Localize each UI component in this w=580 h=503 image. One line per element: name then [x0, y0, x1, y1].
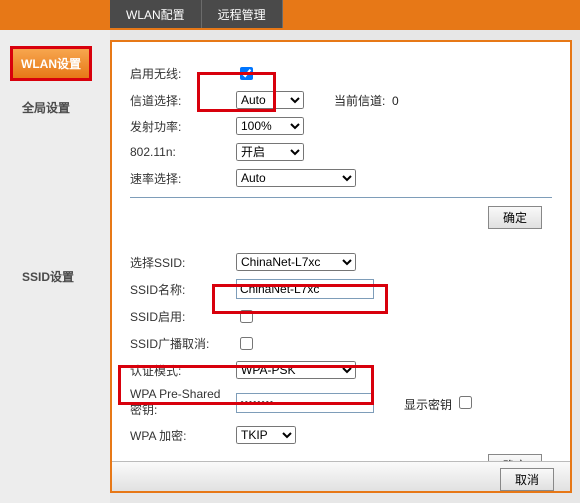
confirm-button-global[interactable]: 确定: [488, 206, 542, 229]
select-tx-power[interactable]: 100%: [236, 117, 304, 135]
input-psk[interactable]: [236, 393, 374, 413]
top-bar: [0, 0, 580, 30]
tab-wlan[interactable]: WLAN配置: [110, 0, 202, 28]
footer: 取消: [112, 461, 570, 491]
select-ssid[interactable]: ChinaNet-L7xc: [236, 253, 356, 271]
panel-global: 启用无线: 信道选择: Auto 当前信道: 0 发射功率: 100% 802.…: [120, 50, 562, 239]
label-channel: 信道选择:: [130, 92, 230, 109]
panel-ssid: 选择SSID: ChinaNet-L7xc SSID名称: SSID启用: SS…: [120, 239, 562, 466]
label-broadcast: SSID广播取消:: [130, 335, 230, 352]
label-show-key: 显示密钥: [404, 398, 452, 412]
sidebar-global: 全局设置: [14, 95, 110, 120]
label-current-channel: 当前信道: 0: [334, 92, 399, 109]
label-auth: 认证模式:: [130, 362, 230, 379]
label-psk: WPA Pre-Shared 密钥:: [130, 387, 230, 418]
tab-remote[interactable]: 远程管理: [202, 0, 283, 28]
sidebar-ssid: SSID设置: [14, 264, 110, 289]
label-encrypt: WPA 加密:: [130, 427, 230, 444]
select-80211n[interactable]: 开启: [236, 143, 304, 161]
label-80211n: 802.11n:: [130, 145, 230, 159]
select-rate[interactable]: Auto: [236, 169, 356, 187]
label-ssid-enable: SSID启用:: [130, 308, 230, 325]
tab-label: 远程管理: [218, 8, 266, 22]
label-select-ssid: 选择SSID:: [130, 254, 230, 271]
label-ssid-name: SSID名称:: [130, 281, 230, 298]
sidebar: WLAN设置 全局设置 SSID设置: [0, 30, 110, 503]
select-encrypt[interactable]: TKIP: [236, 426, 296, 444]
tabs: WLAN配置 远程管理: [110, 0, 283, 28]
checkbox-enable-wifi[interactable]: [240, 67, 253, 80]
label-rate: 速率选择:: [130, 170, 230, 187]
select-auth-mode[interactable]: WPA-PSK: [236, 361, 356, 379]
cancel-button[interactable]: 取消: [500, 468, 554, 491]
checkbox-show-key[interactable]: [459, 396, 472, 409]
input-ssid-name[interactable]: [236, 279, 374, 299]
checkbox-ssid-enable[interactable]: [240, 310, 253, 323]
label-enable-wifi: 启用无线:: [130, 65, 230, 82]
sidebar-head[interactable]: WLAN设置: [10, 46, 92, 81]
checkbox-broadcast-cancel[interactable]: [240, 337, 253, 350]
content: 启用无线: 信道选择: Auto 当前信道: 0 发射功率: 100% 802.…: [110, 40, 572, 493]
tab-label: WLAN配置: [126, 8, 185, 22]
select-channel[interactable]: Auto: [236, 91, 304, 109]
label-tx-power: 发射功率:: [130, 118, 230, 135]
